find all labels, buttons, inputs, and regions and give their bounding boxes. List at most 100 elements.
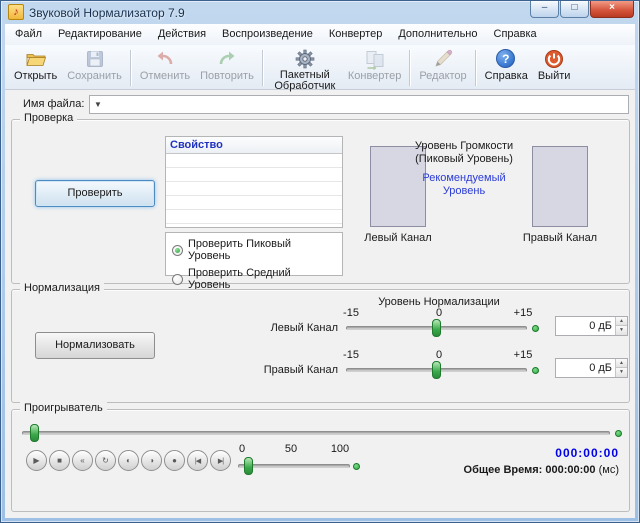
toolbar-undo-label: Отменить bbox=[140, 70, 190, 82]
pencil-icon bbox=[432, 48, 454, 70]
toolbar-open-button[interactable]: Открыть bbox=[9, 47, 62, 83]
toolbar-redo-button[interactable]: Повторить bbox=[195, 47, 259, 83]
toolbar-exit-button[interactable]: Выйти bbox=[533, 47, 576, 83]
table-row[interactable] bbox=[166, 210, 342, 224]
spinner-buttons: ▲ ▼ bbox=[615, 317, 627, 335]
recommended-level-link-line2: Уровень bbox=[389, 185, 539, 198]
check-button[interactable]: Проверить bbox=[35, 180, 155, 207]
dropdown-arrow-icon[interactable]: ▼ bbox=[94, 100, 102, 110]
minimize-button[interactable]: – bbox=[530, 1, 559, 18]
toolbar-open-label: Открыть bbox=[14, 70, 57, 82]
toolbar-undo-button[interactable]: Отменить bbox=[135, 47, 195, 83]
radio-average-label: Проверить Средний Уровень bbox=[188, 267, 336, 291]
total-time-unit: (мс) bbox=[599, 464, 619, 476]
player-stop-button[interactable]: ■ bbox=[49, 450, 70, 471]
toolbar-help-button[interactable]: ? Справка bbox=[480, 47, 533, 83]
left-db-spinbox[interactable]: 0 дБ ▲ ▼ bbox=[555, 316, 628, 336]
player-previous-button[interactable]: |◀ bbox=[187, 450, 208, 471]
player-play-button[interactable]: ▶ bbox=[26, 450, 47, 471]
check-group: Проверка Проверить Свойство Проверить Пи… bbox=[11, 119, 630, 284]
radio-selected-icon bbox=[172, 245, 183, 256]
next-icon: ▶| bbox=[218, 457, 223, 465]
titlebar: ♪ Звуковой Нормализатор 7.9 – □ × bbox=[1, 1, 639, 24]
player-rewind-button[interactable]: « bbox=[72, 450, 93, 471]
volume-max-label: 100 bbox=[324, 443, 356, 455]
total-time-label: Общее Время: bbox=[464, 464, 543, 476]
toolbar-batch-processor-button[interactable]: Пакетный Обработчик bbox=[267, 47, 343, 93]
toolbar-converter-label: Конвертер bbox=[348, 70, 401, 82]
radio-check-average-level[interactable]: Проверить Средний Уровень bbox=[172, 267, 336, 291]
undo-arrow-icon bbox=[154, 48, 176, 70]
toolbar-redo-label: Повторить bbox=[200, 70, 254, 82]
menu-file[interactable]: Файл bbox=[7, 24, 50, 45]
volume-level-title: Уровень Громкости (Пиковый Уровень) bbox=[389, 140, 539, 166]
left-channel-slider[interactable] bbox=[343, 317, 539, 339]
right-db-value[interactable]: 0 дБ bbox=[589, 362, 612, 374]
volume-mid-label: 50 bbox=[276, 443, 306, 455]
seek-slider[interactable] bbox=[18, 422, 624, 444]
power-exit-icon bbox=[543, 48, 565, 70]
gear-icon bbox=[294, 48, 316, 70]
file-name-combobox[interactable]: ▼ bbox=[89, 95, 629, 114]
toolbar-save-label: Сохранить bbox=[67, 70, 122, 82]
spinner-buttons: ▲ ▼ bbox=[615, 359, 627, 377]
toolbar-batch-processor-label: Пакетный Обработчик bbox=[272, 70, 338, 92]
slider-handle[interactable] bbox=[432, 361, 441, 379]
player-balance-right-button[interactable]: ◑ bbox=[141, 450, 162, 471]
total-time: Общее Время: 000:00:00 (мс) bbox=[299, 464, 619, 476]
client-area: Файл Редактирование Действия Воспроизвед… bbox=[5, 24, 635, 518]
menu-actions[interactable]: Действия bbox=[150, 24, 214, 45]
player-group: Проигрыватель ▶ ■ « ↻ ◐ ◑ ● |◀ ▶| 0 5 bbox=[11, 409, 630, 512]
left-channel-meter-label: Левый Канал bbox=[355, 232, 441, 244]
seek-handle[interactable] bbox=[30, 424, 39, 442]
table-row[interactable] bbox=[166, 154, 342, 168]
seek-end-marker-icon bbox=[615, 430, 622, 437]
toolbar-save-button[interactable]: Сохранить bbox=[62, 47, 127, 83]
menu-edit[interactable]: Редактирование bbox=[50, 24, 150, 45]
table-row[interactable] bbox=[166, 182, 342, 196]
menu-extra[interactable]: Дополнительно bbox=[390, 24, 485, 45]
slider-handle[interactable] bbox=[432, 319, 441, 337]
maximize-button[interactable]: □ bbox=[560, 1, 589, 18]
toolbar: Открыть Сохранить bbox=[5, 45, 635, 90]
app-icon: ♪ bbox=[8, 4, 24, 20]
transport-buttons: ▶ ■ « ↻ ◐ ◑ ● |◀ ▶| bbox=[26, 450, 231, 471]
save-floppy-icon bbox=[84, 48, 106, 70]
radio-check-peak-level[interactable]: Проверить Пиковый Уровень bbox=[172, 238, 336, 262]
recommended-level-link[interactable]: Рекомендуемый Уровень bbox=[389, 172, 539, 198]
right-db-spinbox[interactable]: 0 дБ ▲ ▼ bbox=[555, 358, 628, 378]
spin-down-button[interactable]: ▼ bbox=[616, 368, 627, 377]
previous-icon: |◀ bbox=[195, 457, 200, 465]
toolbar-editor-label: Редактор bbox=[419, 70, 466, 82]
balance-right-icon: ◑ bbox=[149, 456, 154, 465]
spin-up-button[interactable]: ▲ bbox=[616, 317, 627, 326]
toolbar-help-label: Справка bbox=[485, 70, 528, 82]
volume-level-title-line2: (Пиковый Уровень) bbox=[389, 153, 539, 166]
toolbar-separator bbox=[262, 50, 264, 86]
seek-track[interactable] bbox=[22, 431, 610, 435]
help-question-icon: ? bbox=[495, 48, 517, 70]
close-button[interactable]: × bbox=[590, 1, 634, 18]
toolbar-converter-button[interactable]: Конвертер bbox=[343, 47, 406, 83]
normalize-button[interactable]: Нормализовать bbox=[35, 332, 155, 359]
menu-playback[interactable]: Воспроизведение bbox=[214, 24, 321, 45]
table-row[interactable] bbox=[166, 168, 342, 182]
spin-down-button[interactable]: ▼ bbox=[616, 326, 627, 335]
properties-table: Свойство bbox=[165, 136, 343, 228]
menu-converter[interactable]: Конвертер bbox=[321, 24, 390, 45]
table-row[interactable] bbox=[166, 196, 342, 210]
toolbar-exit-label: Выйти bbox=[538, 70, 571, 82]
menu-help[interactable]: Справка bbox=[486, 24, 545, 45]
toolbar-editor-button[interactable]: Редактор bbox=[414, 47, 471, 83]
check-mode-panel: Проверить Пиковый Уровень Проверить Сред… bbox=[165, 232, 343, 276]
volume-handle[interactable] bbox=[244, 457, 253, 475]
normalize-group: Нормализация Нормализовать Уровень Норма… bbox=[11, 289, 630, 403]
left-db-value[interactable]: 0 дБ bbox=[589, 320, 612, 332]
player-mute-button[interactable]: ● bbox=[164, 450, 185, 471]
redo-arrow-icon bbox=[216, 48, 238, 70]
balance-left-icon: ◐ bbox=[126, 456, 131, 465]
right-channel-slider[interactable] bbox=[343, 359, 539, 381]
player-balance-left-button[interactable]: ◐ bbox=[118, 450, 139, 471]
player-repeat-button[interactable]: ↻ bbox=[95, 450, 116, 471]
spin-up-button[interactable]: ▲ bbox=[616, 359, 627, 368]
